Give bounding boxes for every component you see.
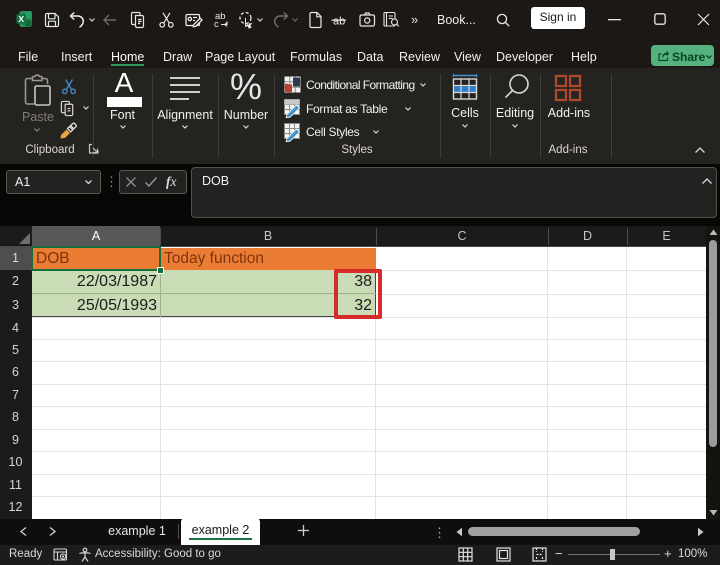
svg-text:c: c bbox=[214, 19, 219, 30]
svg-text:ab: ab bbox=[333, 16, 345, 28]
svg-text:X: X bbox=[18, 14, 24, 24]
